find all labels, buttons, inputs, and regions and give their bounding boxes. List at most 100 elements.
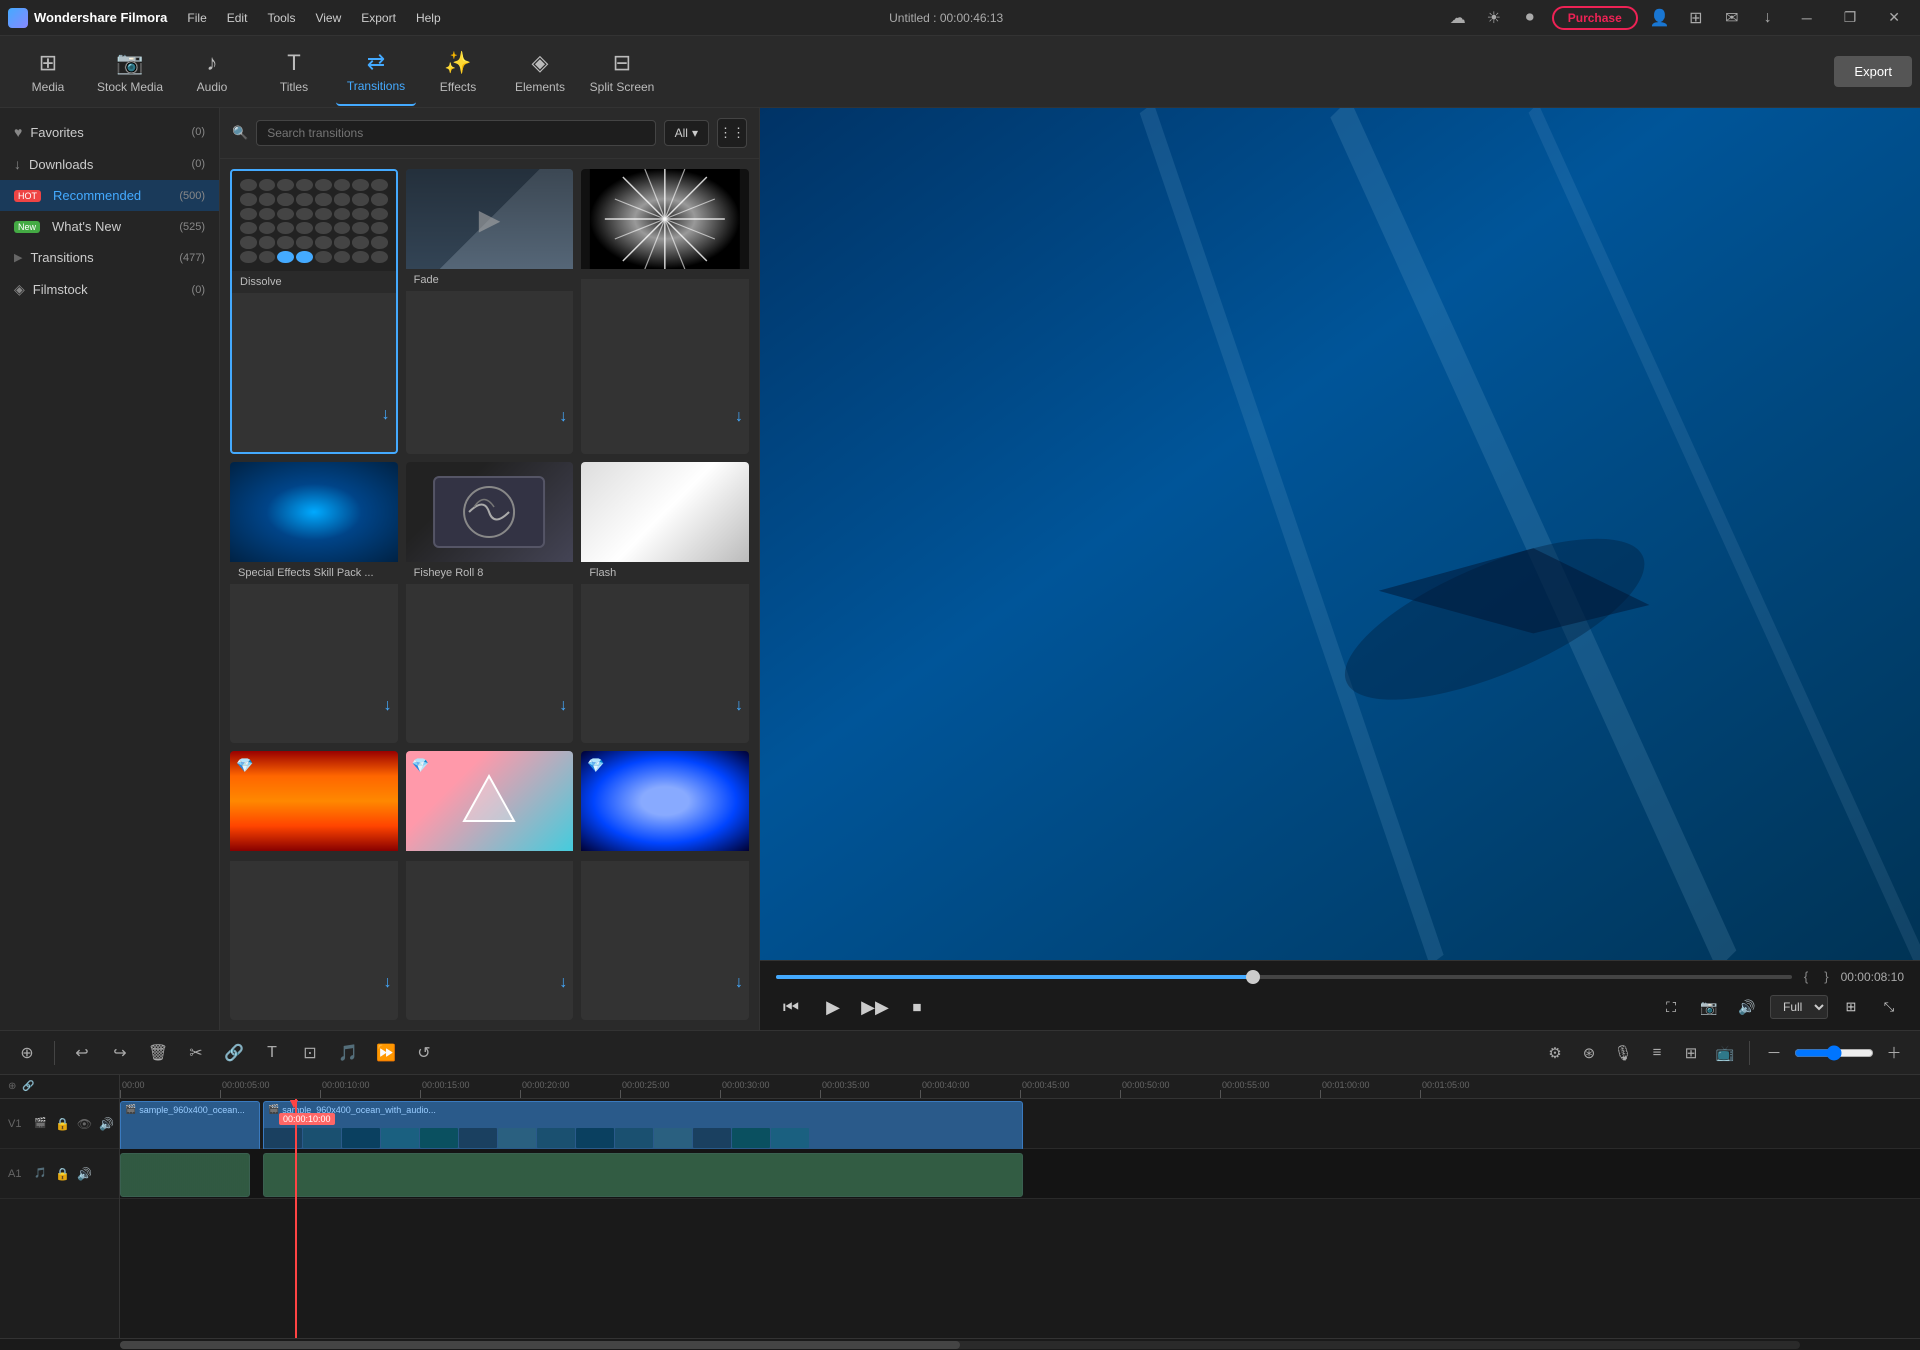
transition-card-dissolve[interactable]: ↓ Dissolve <box>230 169 398 454</box>
audio-button[interactable]: 🎵 <box>333 1038 363 1068</box>
trim-button[interactable]: ⊡ <box>295 1038 325 1068</box>
layout-icon[interactable]: ⊞ <box>1682 4 1710 32</box>
transition-card-geo[interactable]: 💎 ↓ <box>406 751 574 1020</box>
progress-handle[interactable] <box>1246 970 1260 984</box>
toolbar-transitions[interactable]: ⇄ Transitions <box>336 38 416 106</box>
scrollbar-track[interactable] <box>120 1341 1800 1349</box>
toolbar-effects[interactable]: ✨ Effects <box>418 38 498 106</box>
speed-button[interactable]: ⏩ <box>371 1038 401 1068</box>
menu-edit[interactable]: Edit <box>219 7 256 29</box>
add-track-icon[interactable]: ⊕ <box>8 1081 16 1092</box>
video-clip-2[interactable]: 🎬 sample_960x400_ocean_with_audio... <box>263 1101 1023 1151</box>
settings-icon[interactable]: ⚙ <box>1541 1039 1569 1067</box>
video-track-tools: 🔒 👁 🔊 <box>52 1114 116 1134</box>
start-bracket[interactable]: { <box>1800 969 1812 984</box>
sidebar-item-whats-new[interactable]: New What's New (525) <box>0 211 219 242</box>
audio-mix-icon[interactable]: ≡ <box>1643 1039 1671 1067</box>
search-input[interactable] <box>256 120 655 146</box>
link-tracks-icon[interactable]: 🔗 <box>22 1081 34 1092</box>
grid-view-button[interactable]: ⋮⋮ <box>717 118 747 148</box>
profile-icon[interactable]: 👤 <box>1646 4 1674 32</box>
toolbar-elements[interactable]: ◈ Elements <box>500 38 580 106</box>
audio-mute-icon[interactable]: 🔊 <box>74 1164 94 1184</box>
snapshot-icon[interactable]: 📷 <box>1694 992 1724 1022</box>
skip-back-button[interactable]: ⏮ <box>776 992 806 1022</box>
download-icon[interactable]: ↓ <box>1754 4 1782 32</box>
lock-icon[interactable]: 🔒 <box>52 1114 72 1134</box>
menu-view[interactable]: View <box>307 7 349 29</box>
video-clip-1[interactable]: 🎬 sample_960x400_ocean... <box>120 1101 260 1151</box>
delete-button[interactable]: 🗑 <box>143 1038 173 1068</box>
link-button[interactable]: 🔗 <box>219 1038 249 1068</box>
fire-pro-icon: 💎 <box>236 757 253 774</box>
toolbar-titles[interactable]: T Titles <box>254 38 334 106</box>
toolbar-audio[interactable]: ♪ Audio <box>172 38 252 106</box>
export-button[interactable]: Export <box>1834 56 1912 87</box>
transition-card-fire[interactable]: 💎 ↓ <box>230 751 398 1020</box>
transition-card-flash[interactable]: ↓ Flash <box>581 462 749 743</box>
minimize-button[interactable]: ─ <box>1790 0 1824 36</box>
scrollbar-thumb[interactable] <box>120 1341 960 1349</box>
menu-tools[interactable]: Tools <box>259 7 303 29</box>
expand-icon[interactable]: ⤡ <box>1874 992 1904 1022</box>
end-bracket[interactable]: } <box>1820 969 1832 984</box>
redo-button[interactable]: ↪ <box>105 1038 135 1068</box>
audio-track-icon[interactable]: 🔊 <box>96 1114 116 1134</box>
play-forward-button[interactable]: ▶▶ <box>860 992 890 1022</box>
color-button[interactable]: ↺ <box>409 1038 439 1068</box>
close-button[interactable]: ✕ <box>1876 0 1912 36</box>
sun-icon[interactable]: ☀ <box>1480 4 1508 32</box>
add-track-button[interactable]: ⊕ <box>12 1038 42 1068</box>
toolbar-media[interactable]: ⊞ Media <box>8 38 88 106</box>
purchase-button[interactable]: Purchase <box>1552 6 1638 30</box>
filter-button[interactable]: All ▾ <box>664 120 709 146</box>
aspect-ratio-icon[interactable]: ⊞ <box>1836 992 1866 1022</box>
sidebar-item-filmstock[interactable]: ◈ Filmstock (0) <box>0 273 219 306</box>
ruler-mark-11: 00:00:55:00 <box>1220 1080 1320 1098</box>
menu-file[interactable]: File <box>179 7 214 29</box>
ruler-mark-5: 00:00:25:00 <box>620 1080 720 1098</box>
flash-label: Flash <box>581 562 749 584</box>
sidebar-item-recommended[interactable]: HOT Recommended (500) <box>0 180 219 211</box>
transition-card-sunburst[interactable]: ↓ <box>581 169 749 454</box>
record-icon[interactable]: ⏺ <box>1516 4 1544 32</box>
toolbar-stock-media[interactable]: 📷 Stock Media <box>90 38 170 106</box>
minus-zoom-icon[interactable]: － <box>1760 1039 1788 1067</box>
stop-button[interactable]: ⏹ <box>902 992 932 1022</box>
menu-help[interactable]: Help <box>408 7 449 29</box>
sidebar-item-favorites[interactable]: ♥ Favorites (0) <box>0 116 219 148</box>
zoom-slider[interactable] <box>1794 1045 1874 1061</box>
play-pause-button[interactable]: ▶ <box>818 992 848 1022</box>
cut-button[interactable]: ✂ <box>181 1038 211 1068</box>
video-track-icon: 🎬 <box>34 1118 46 1129</box>
transition-card-special-effects[interactable]: ↓ Special Effects Skill Pack ... <box>230 462 398 743</box>
shield-icon[interactable]: ⊛ <box>1575 1039 1603 1067</box>
text-button[interactable]: T <box>257 1038 287 1068</box>
transition-card-fade[interactable]: ▶ ↓ Fade <box>406 169 574 454</box>
cloud-icon[interactable]: ☁ <box>1444 4 1472 32</box>
volume-icon[interactable]: 🔊 <box>1732 992 1762 1022</box>
audio-lock-icon[interactable]: 🔒 <box>52 1164 72 1184</box>
undo-button[interactable]: ↩ <box>67 1038 97 1068</box>
menu-export[interactable]: Export <box>353 7 404 29</box>
transition-card-fisheye[interactable]: ↓ Fisheye Roll 8 <box>406 462 574 743</box>
mail-icon[interactable]: ✉ <box>1718 4 1746 32</box>
audio-clip-2[interactable] <box>263 1153 1023 1197</box>
audio-clip-1[interactable] <box>120 1153 250 1197</box>
monitor-icon[interactable]: 📺 <box>1711 1039 1739 1067</box>
preview-panel: { } 00:00:08:10 ⏮ ▶ ▶▶ ⏹ ⛶ 📷 🔊 Full 1/2 … <box>760 108 1920 1030</box>
toolbar-split-screen[interactable]: ⊟ Split Screen <box>582 38 662 106</box>
eye-icon[interactable]: 👁 <box>74 1114 94 1134</box>
progress-track[interactable] <box>776 975 1792 979</box>
maximize-button[interactable]: ❐ <box>1832 0 1869 36</box>
sidebar-item-transitions[interactable]: ▶ Transitions (477) <box>0 242 219 273</box>
fullscreen-icon[interactable]: ⛶ <box>1656 992 1686 1022</box>
layout2-icon[interactable]: ⊞ <box>1677 1039 1705 1067</box>
transition-card-glow[interactable]: 💎 ↓ <box>581 751 749 1020</box>
audio-track-tools: 🔒 🔊 <box>52 1164 94 1184</box>
mic-icon[interactable]: 🎙 <box>1609 1039 1637 1067</box>
quality-selector[interactable]: Full 1/2 1/4 <box>1770 995 1828 1019</box>
sidebar-item-downloads[interactable]: ↓ Downloads (0) <box>0 148 219 180</box>
plus-zoom-icon[interactable]: ＋ <box>1880 1039 1908 1067</box>
media-icon: ⊞ <box>39 50 57 76</box>
